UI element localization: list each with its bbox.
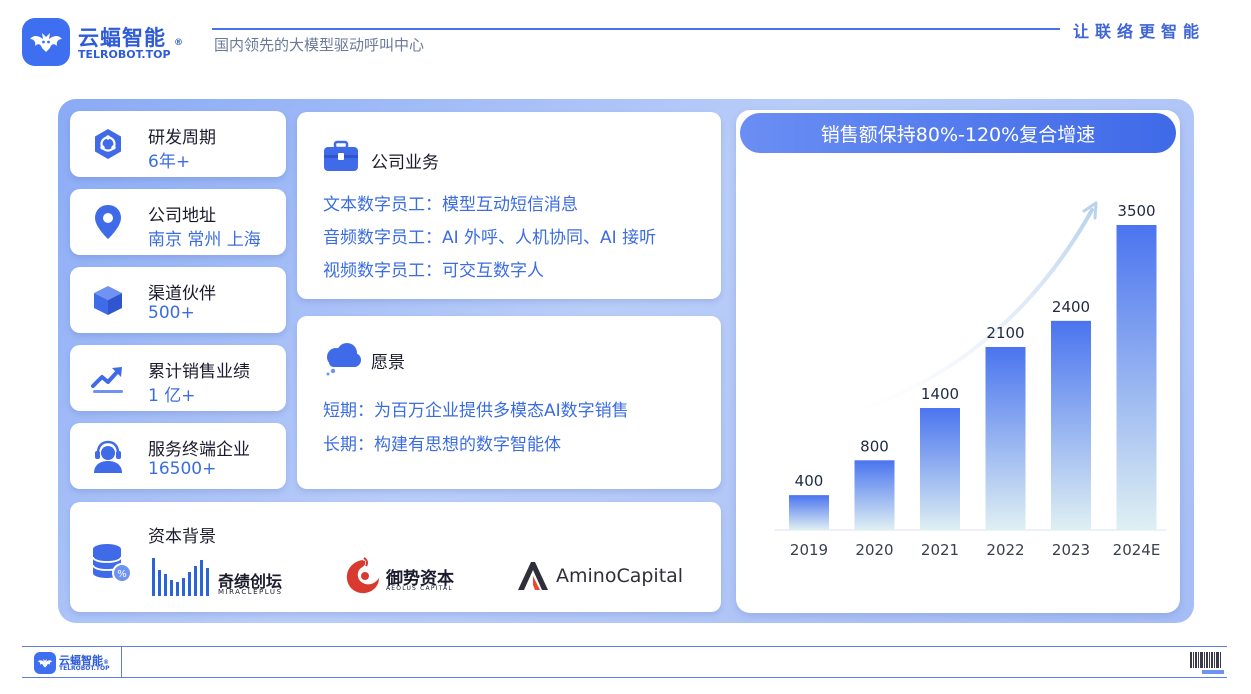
- vision-line: 长期：构建有思想的数字智能体: [323, 435, 561, 455]
- data-label: 800: [860, 437, 889, 455]
- stat-card-clients: 服务终端企业 16500+: [70, 423, 286, 489]
- stat-value: 500+: [148, 303, 195, 323]
- business-line: 音频数字员工：AI 外呼、人机协同、AI 接听: [323, 228, 657, 248]
- footer-top-line: [22, 646, 1227, 647]
- data-label: 2400: [1052, 298, 1090, 316]
- x-tick-label: 2019: [790, 541, 828, 559]
- cube-box-icon: [88, 280, 128, 320]
- stat-card-partners: 渠道伙伴 500+: [70, 267, 286, 333]
- stat-value: 6年+: [148, 152, 191, 172]
- page-subtitle: 国内领先的大模型驱动呼叫中心: [214, 36, 425, 54]
- investor-sub: MIRACLEPLUS: [218, 588, 283, 596]
- stat-label: 研发周期: [148, 128, 216, 148]
- business-card: 公司业务 文本数字员工：模型互动短信消息 音频数字员工：AI 外呼、人机协同、A…: [297, 112, 721, 299]
- stat-label: 公司地址: [148, 206, 216, 226]
- bar-2023: [1051, 320, 1091, 530]
- amino-capital-logo-icon: [516, 560, 550, 592]
- bat-logo-icon: [30, 33, 62, 52]
- trend-up-chart-icon: [88, 358, 128, 398]
- bar-2020: [854, 460, 895, 530]
- investor-name: AminoCapital: [556, 565, 684, 587]
- data-label: 2100: [986, 324, 1024, 342]
- vision-line: 短期：为百万企业提供多模态AI数字销售: [323, 401, 629, 421]
- vision-card: 愿景 短期：为百万企业提供多模态AI数字销售 长期：构建有思想的数字智能体: [297, 316, 721, 489]
- bat-logo-icon: [37, 658, 53, 668]
- footer-brand-domain: TELROBOT.TOP: [59, 665, 110, 672]
- data-label: 3500: [1117, 202, 1155, 220]
- stat-label: 累计销售业绩: [148, 362, 250, 382]
- vision-title: 愿景: [371, 353, 405, 373]
- brand-domain: TELROBOT.TOP: [78, 48, 171, 61]
- business-line: 文本数字员工：模型互动短信消息: [323, 195, 578, 215]
- aeolus-logo-icon: [344, 556, 382, 596]
- x-tick-label: 2020: [855, 541, 893, 559]
- customer-service-icon: [88, 436, 128, 476]
- bar-2024E: [1116, 225, 1157, 530]
- data-label: 400: [795, 472, 824, 490]
- stat-value: 1 亿+: [148, 386, 196, 406]
- stat-card-rd-cycle: 研发周期 6年+: [70, 111, 286, 177]
- footer-bottom-line: [22, 677, 1227, 678]
- stat-value: 16500+: [148, 459, 217, 479]
- cloud-icon: [323, 342, 363, 376]
- x-tick-label: 2023: [1052, 541, 1090, 559]
- stat-label: 渠道伙伴: [148, 284, 216, 304]
- header-divider: [212, 28, 1060, 30]
- footer-divider: [121, 647, 122, 677]
- footer-logo: [34, 652, 56, 674]
- business-title: 公司业务: [371, 153, 439, 173]
- stat-card-address: 公司地址 南京 常州 上海: [70, 189, 286, 255]
- data-label: 1400: [921, 385, 959, 403]
- hexagon-cycle-icon: [88, 124, 128, 164]
- briefcase-icon: [323, 140, 359, 172]
- capital-title: 资本背景: [148, 527, 216, 547]
- bar-2021: [920, 408, 960, 530]
- database-coins-icon: %: [90, 542, 132, 584]
- chart-card: 销售额保持80%-120%复合增速 400 2019 800 2020 1400 2021…: [736, 110, 1180, 613]
- location-pin-icon: [88, 202, 128, 242]
- x-tick-label: 2021: [921, 541, 959, 559]
- bar-2022: [985, 347, 1026, 530]
- capital-card: % 资本背景 奇绩创坛 MIRACLEPLUS 御势资本 AEOLUS CAPI…: [70, 502, 721, 612]
- barcode-icon: [1190, 652, 1224, 674]
- stat-value: 南京 常州 上海: [148, 230, 261, 250]
- bar-chart: 400 2019 800 2020 1400 2021 2100 2022 2400 2023 35…: [774, 201, 1166, 559]
- investor-sub: AEOLUS CAPITAL: [386, 585, 453, 592]
- slogan: 让联络更智能: [1073, 22, 1206, 41]
- x-tick-label: 2022: [986, 541, 1024, 559]
- x-tick-label: 2024E: [1113, 541, 1161, 559]
- registered-mark: ®: [174, 38, 183, 48]
- bar-2019: [789, 495, 829, 530]
- miracleplus-logo-icon: [152, 558, 218, 598]
- brand-logo: [22, 18, 70, 66]
- business-line: 视频数字员工：可交互数字人: [323, 261, 544, 281]
- svg-text:%: %: [117, 569, 127, 580]
- stat-card-sales: 累计销售业绩 1 亿+: [70, 345, 286, 411]
- stat-label: 服务终端企业: [148, 440, 250, 460]
